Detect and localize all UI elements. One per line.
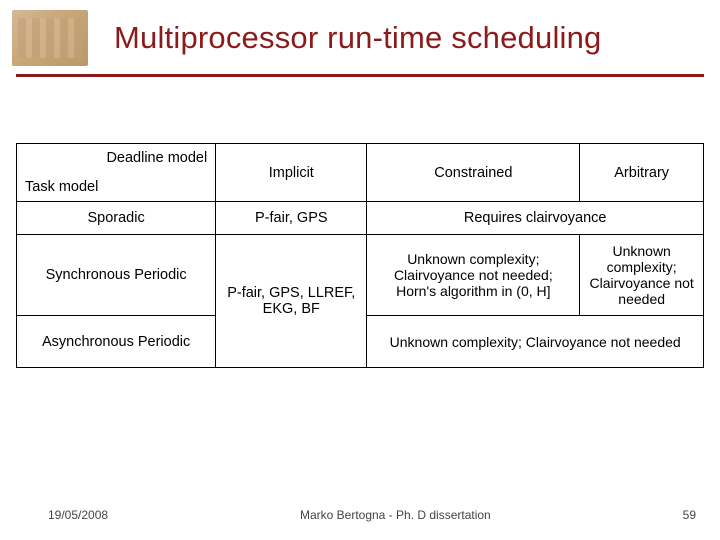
row-label-synchronous: Synchronous Periodic xyxy=(17,235,216,316)
slide-header: Multiprocessor run-time scheduling xyxy=(0,0,720,66)
cell-sync-constrained: Unknown complexity; Clairvoyance not nee… xyxy=(367,235,580,316)
table-header-row: Deadline model Task model Implicit Const… xyxy=(17,144,704,202)
row-label-sporadic: Sporadic xyxy=(17,202,216,235)
cell-sporadic-span: Requires clairvoyance xyxy=(367,202,704,235)
slide-title: Multiprocessor run-time scheduling xyxy=(114,20,602,56)
footer-page-number: 59 xyxy=(683,508,696,522)
cell-sync-arbitrary: Unknown complexity; Clairvoyance not nee… xyxy=(580,235,704,316)
col-arbitrary: Arbitrary xyxy=(580,144,704,202)
cell-async-span: Unknown complexity; Clairvoyance not nee… xyxy=(367,316,704,368)
footer-author: Marko Bertogna - Ph. D dissertation xyxy=(108,508,683,522)
cell-sporadic-implicit: P-fair, GPS xyxy=(216,202,367,235)
row-label-asynchronous: Asynchronous Periodic xyxy=(17,316,216,368)
axis-header-cell: Deadline model Task model xyxy=(17,144,216,202)
logo-image xyxy=(12,10,88,66)
cell-shared-implicit: P-fair, GPS, LLREF, EKG, BF xyxy=(216,235,367,368)
deadline-model-label: Deadline model xyxy=(106,150,207,166)
title-underline xyxy=(16,74,704,77)
row-sporadic: Sporadic P-fair, GPS Requires clairvoyan… xyxy=(17,202,704,235)
row-synchronous: Synchronous Periodic P-fair, GPS, LLREF,… xyxy=(17,235,704,316)
task-model-label: Task model xyxy=(25,179,98,195)
col-implicit: Implicit xyxy=(216,144,367,202)
scheduling-table: Deadline model Task model Implicit Const… xyxy=(16,143,704,368)
slide-footer: 19/05/2008 Marko Bertogna - Ph. D disser… xyxy=(0,508,720,522)
col-constrained: Constrained xyxy=(367,144,580,202)
footer-date: 19/05/2008 xyxy=(48,508,108,522)
